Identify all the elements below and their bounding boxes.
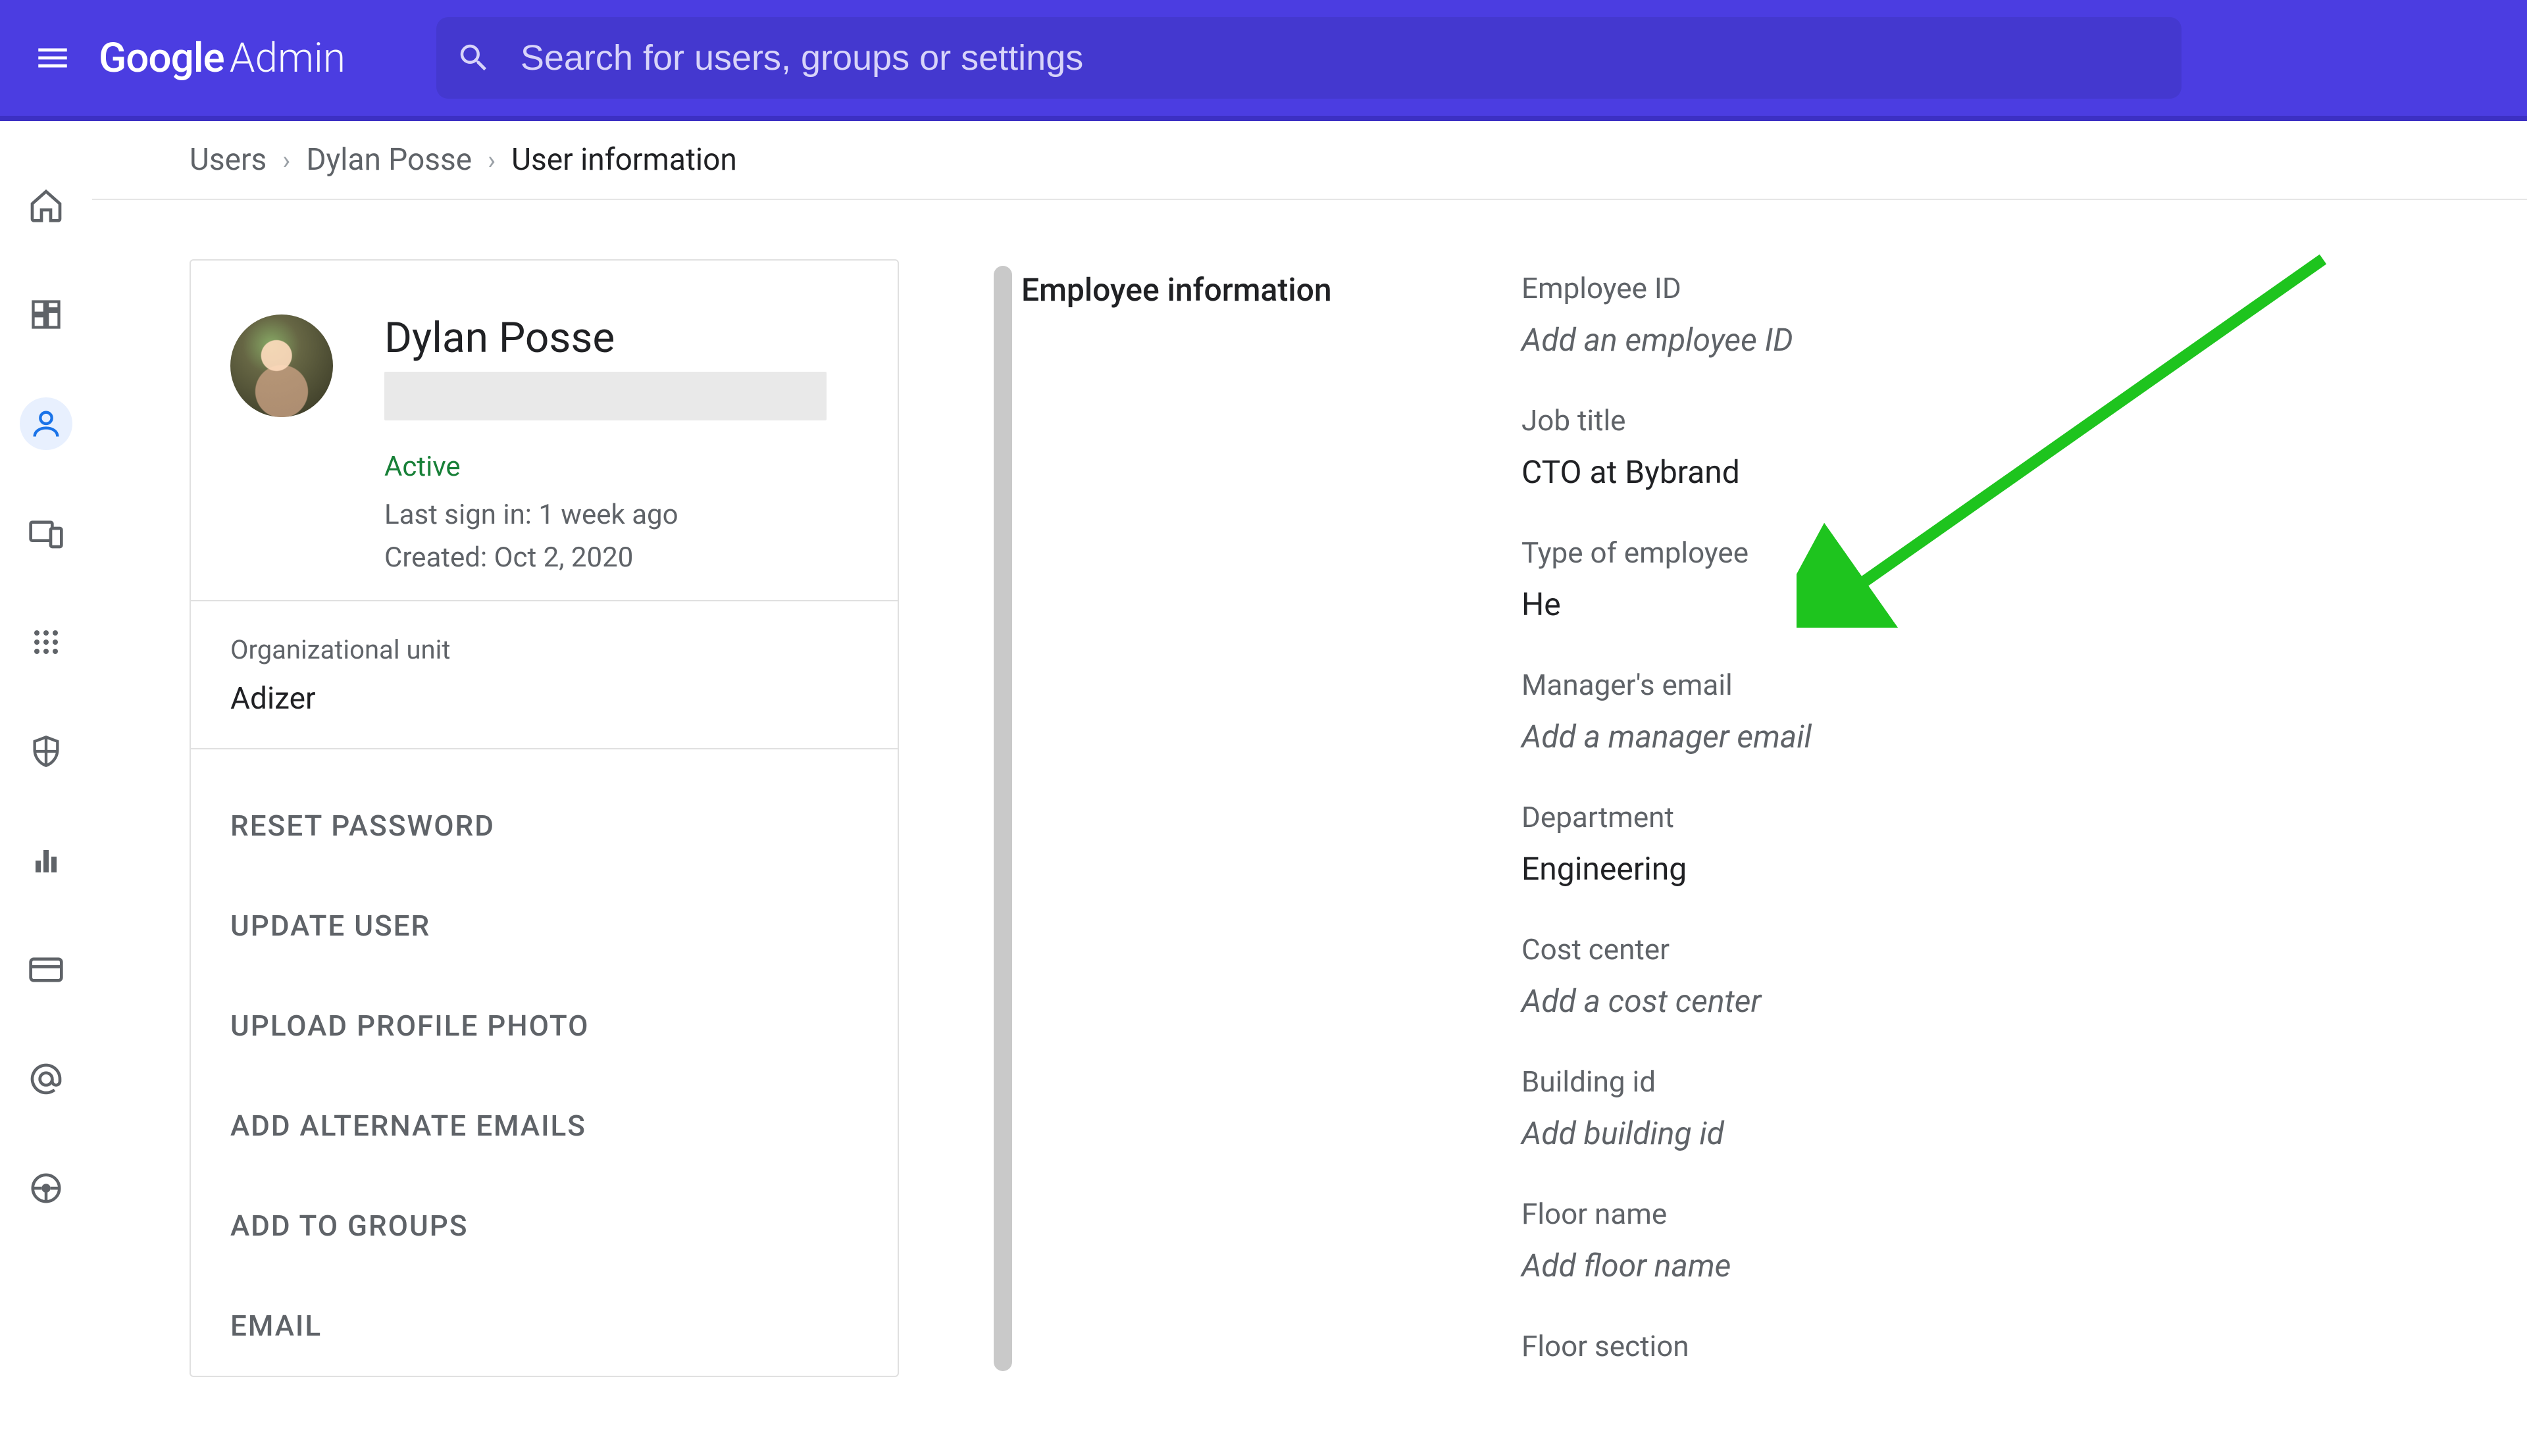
employee-info-title: Employee information: [1021, 271, 1521, 1379]
field-label: Floor name: [1521, 1197, 1812, 1231]
at-sign-icon: [28, 1061, 64, 1097]
scrollbar-thumb[interactable]: [994, 266, 1012, 1371]
credit-card-icon: [28, 951, 64, 988]
user-created: Created: Oct 2, 2020: [384, 541, 827, 574]
field-building-id[interactable]: Building id Add building id: [1521, 1065, 1812, 1152]
user-name: Dylan Posse: [384, 313, 827, 363]
org-unit-section[interactable]: Organizational unit Adizer: [191, 600, 898, 748]
logo-product: Admin: [230, 34, 345, 82]
field-placeholder: Add floor name: [1521, 1247, 1812, 1284]
avatar[interactable]: [230, 314, 333, 417]
nav-home[interactable]: [20, 179, 72, 232]
field-value: Engineering: [1521, 850, 1812, 888]
field-placeholder: Add a manager email: [1521, 718, 1812, 755]
field-department[interactable]: Department Engineering: [1521, 800, 1812, 888]
menu-icon: [34, 39, 72, 77]
field-manager-email[interactable]: Manager's email Add a manager email: [1521, 668, 1812, 755]
product-logo[interactable]: Google Admin: [99, 34, 345, 82]
hamburger-menu-button[interactable]: [13, 18, 92, 97]
field-placeholder: Add an employee ID: [1521, 321, 1812, 359]
field-cost-center[interactable]: Cost center Add a cost center: [1521, 932, 1812, 1020]
chevron-right-icon: ›: [488, 145, 496, 176]
user-card: Dylan Posse Active Last sign in: 1 week …: [190, 259, 899, 1377]
user-actions: RESET PASSWORD UPDATE USER UPLOAD PROFIL…: [191, 748, 898, 1376]
bar-chart-icon: [30, 845, 62, 876]
user-last-sign-in: Last sign in: 1 week ago: [384, 499, 827, 531]
nav-reports[interactable]: [20, 834, 72, 887]
field-label: Manager's email: [1521, 668, 1812, 702]
field-label: Floor section: [1521, 1329, 1812, 1363]
chevron-right-icon: ›: [282, 145, 290, 176]
upload-profile-photo-button[interactable]: UPLOAD PROFILE PHOTO: [230, 976, 898, 1076]
nav-rules[interactable]: [20, 1162, 72, 1215]
user-email-redacted: [384, 372, 827, 420]
app-header: Google Admin: [0, 0, 2527, 121]
breadcrumb: Users › Dylan Posse › User information: [92, 121, 2527, 200]
add-alternate-emails-button[interactable]: ADD ALTERNATE EMAILS: [230, 1076, 898, 1176]
nav-security[interactable]: [20, 725, 72, 778]
main-area: Users › Dylan Posse › User information D…: [92, 121, 2527, 1456]
nav-devices[interactable]: [20, 507, 72, 559]
field-type-of-employee[interactable]: Type of employee He: [1521, 536, 1812, 623]
add-to-groups-button[interactable]: ADD TO GROUPS: [230, 1176, 898, 1276]
employee-info-panel[interactable]: Employee information Employee ID Add an …: [934, 200, 2527, 1456]
nav-users[interactable]: [20, 397, 72, 450]
field-value: CTO at Bybrand: [1521, 453, 1812, 491]
dashboard-icon: [29, 297, 63, 332]
nav-billing[interactable]: [20, 943, 72, 996]
user-card-column: Dylan Posse Active Last sign in: 1 week …: [92, 200, 934, 1456]
field-label: Type of employee: [1521, 536, 1812, 570]
org-unit-value: Adizer: [230, 681, 858, 716]
apps-grid-icon: [30, 626, 62, 658]
field-value: He: [1521, 586, 1812, 623]
home-icon: [28, 187, 64, 224]
field-placeholder: Add a cost center: [1521, 982, 1812, 1020]
field-floor-name[interactable]: Floor name Add floor name: [1521, 1197, 1812, 1284]
field-employee-id[interactable]: Employee ID Add an employee ID: [1521, 271, 1812, 359]
nav-account[interactable]: [20, 1053, 72, 1105]
field-label: Employee ID: [1521, 271, 1812, 305]
logo-brand: Google: [99, 34, 224, 82]
nav-dashboard[interactable]: [20, 288, 72, 341]
field-floor-section[interactable]: Floor section: [1521, 1329, 1812, 1379]
search-input[interactable]: [521, 38, 2162, 78]
employee-info-fields: Employee ID Add an employee ID Job title…: [1521, 271, 1812, 1379]
devices-icon: [28, 515, 64, 551]
reset-password-button[interactable]: RESET PASSWORD: [230, 776, 898, 876]
nav-apps[interactable]: [20, 616, 72, 668]
org-unit-label: Organizational unit: [230, 634, 858, 665]
field-label: Department: [1521, 800, 1812, 834]
field-placeholder: Add building id: [1521, 1115, 1812, 1152]
shield-icon: [29, 734, 63, 768]
search-icon: [456, 39, 492, 76]
update-user-button[interactable]: UPDATE USER: [230, 876, 898, 976]
breadcrumb-item-user[interactable]: Dylan Posse: [306, 142, 472, 178]
person-icon: [29, 407, 63, 441]
steering-wheel-icon: [28, 1170, 64, 1206]
field-job-title[interactable]: Job title CTO at Bybrand: [1521, 403, 1812, 491]
field-label: Cost center: [1521, 932, 1812, 966]
breadcrumb-item-users[interactable]: Users: [190, 142, 267, 178]
field-label: Building id: [1521, 1065, 1812, 1099]
user-status: Active: [384, 451, 827, 483]
field-label: Job title: [1521, 403, 1812, 438]
search-bar[interactable]: [436, 17, 2182, 99]
left-nav: [0, 121, 92, 1456]
breadcrumb-item-current: User information: [511, 142, 737, 178]
email-button[interactable]: EMAIL: [230, 1276, 898, 1376]
